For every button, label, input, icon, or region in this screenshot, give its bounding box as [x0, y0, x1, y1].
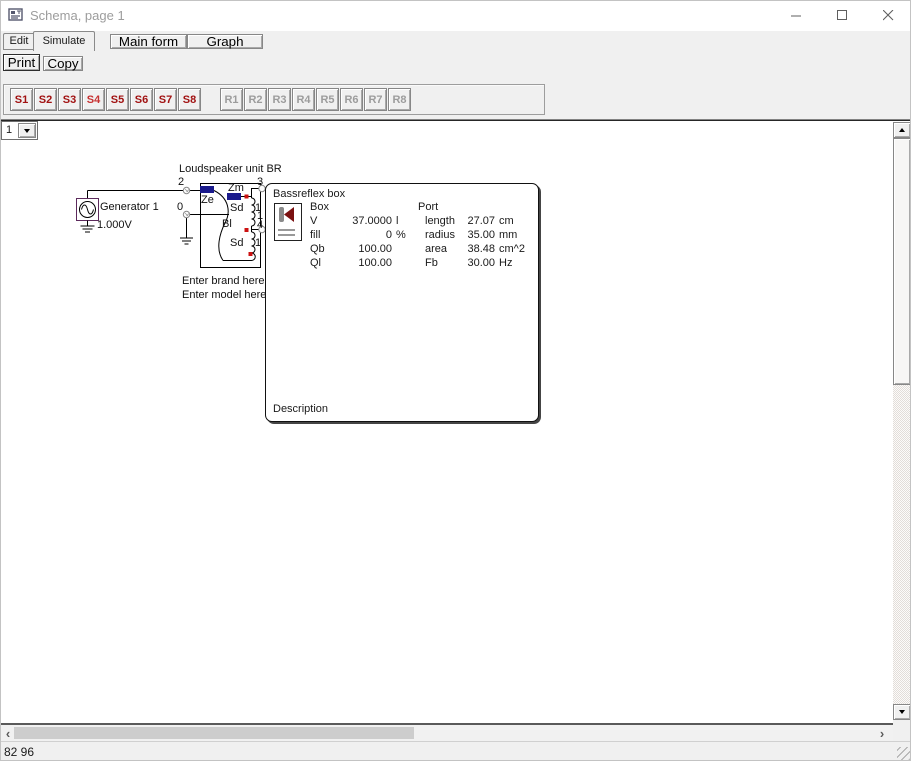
s5-button[interactable]: S5	[106, 88, 129, 111]
param-label: Ql	[310, 257, 321, 269]
tab-edit[interactable]: Edit	[3, 33, 35, 50]
s8-button[interactable]: S8	[178, 88, 201, 111]
s6-button[interactable]: S6	[130, 88, 153, 111]
param-value: 0	[326, 229, 392, 241]
r4-button[interactable]: R4	[292, 88, 315, 111]
cursor-coordinates: 82 96	[4, 745, 34, 759]
r1-button[interactable]: R1	[220, 88, 243, 111]
bassreflex-title: Bassreflex box	[273, 188, 345, 200]
r7-button[interactable]: R7	[364, 88, 387, 111]
param-value: 30.00	[429, 257, 495, 269]
schematic-canvas[interactable]: Loudspeaker unit BR 2 0 Generator 1 1.00…	[0, 122, 893, 725]
param-row: Ql 100.00 Fb 30.00 Hz	[266, 257, 538, 271]
generator-symbol[interactable]	[77, 199, 99, 233]
scroll-down-button[interactable]	[893, 704, 911, 720]
maximize-icon	[837, 10, 848, 21]
node-2-label: 2	[178, 176, 184, 188]
ze-label: Ze	[201, 194, 214, 206]
r8-button[interactable]: R8	[388, 88, 411, 111]
generator-label: Generator 1	[100, 201, 159, 213]
status-bar: 82 96	[0, 741, 911, 761]
param-value: 27.07	[429, 215, 495, 227]
window-title: Schema, page 1	[30, 8, 125, 23]
param-row: V 37.0000 l length 27.07 cm	[266, 215, 538, 229]
app-icon	[8, 7, 25, 24]
param-row: Qb 100.00 area 38.48 cm^2	[266, 243, 538, 257]
tab-simulate[interactable]: Simulate	[33, 31, 95, 51]
r6-button[interactable]: R6	[340, 88, 363, 111]
param-label: Qb	[310, 243, 325, 255]
chevron-down-icon	[24, 129, 30, 133]
param-value: 38.48	[429, 243, 495, 255]
scroll-right-icon[interactable]: ›	[874, 725, 890, 741]
print-button[interactable]: Print	[3, 54, 40, 71]
brand-line-label: Enter brand here	[182, 275, 265, 287]
port-header: Port	[418, 201, 438, 213]
param-label: fill	[310, 229, 320, 241]
zm-impedance-block	[227, 193, 241, 200]
vertical-scrollbar[interactable]	[893, 122, 911, 720]
horizontal-scrollbar-thumb[interactable]	[14, 727, 414, 739]
param-unit: cm^2	[499, 243, 525, 255]
r3-button[interactable]: R3	[268, 88, 291, 111]
resize-grip[interactable]	[897, 747, 910, 760]
s4-button[interactable]: S4	[82, 88, 105, 111]
vertical-scrollbar-thumb[interactable]	[893, 138, 911, 385]
scroll-up-button[interactable]	[893, 122, 911, 138]
param-unit: %	[396, 229, 406, 241]
s2-button[interactable]: S2	[34, 88, 57, 111]
node-4-label: 4	[257, 219, 263, 231]
node-0-label: 0	[177, 201, 183, 213]
s1-button[interactable]: S1	[10, 88, 33, 111]
r2-button[interactable]: R2	[244, 88, 267, 111]
sd-bottom-label: Sd	[230, 237, 243, 249]
title-bar: Schema, page 1	[0, 0, 911, 31]
param-value: 100.00	[326, 243, 392, 255]
ratio-bottom-label: 1	[255, 237, 261, 249]
param-label: V	[310, 215, 317, 227]
zm-label: Zm	[228, 182, 244, 194]
param-value: 100.00	[326, 257, 392, 269]
close-icon	[883, 10, 894, 21]
graph-button[interactable]: Graph	[187, 34, 263, 49]
node-3-label: 3	[257, 176, 263, 188]
param-unit: l	[396, 215, 398, 227]
bl-label: Bl	[222, 218, 232, 230]
minimize-button[interactable]	[773, 0, 819, 31]
s3-button[interactable]: S3	[58, 88, 81, 111]
unit-title-label: Loudspeaker unit BR	[179, 163, 282, 175]
s7-button[interactable]: S7	[154, 88, 177, 111]
horizontal-scrollbar[interactable]: ‹ ›	[0, 725, 893, 741]
description-label: Description	[273, 403, 328, 415]
ground-symbol	[180, 238, 193, 244]
model-line-label: Enter model here	[182, 289, 266, 301]
copy-button[interactable]: Copy	[43, 56, 83, 71]
close-button[interactable]	[865, 0, 911, 31]
param-value: 37.0000	[326, 215, 392, 227]
generator-voltage: 1.000V	[97, 219, 132, 231]
ze-impedance-block	[200, 186, 214, 193]
param-value: 35.00	[429, 229, 495, 241]
box-header: Box	[310, 201, 329, 213]
main-form-button[interactable]: Main form	[110, 34, 187, 49]
sd-top-label: Sd	[230, 202, 243, 214]
scroll-down-icon	[899, 710, 905, 714]
maximize-button[interactable]	[819, 0, 865, 31]
minimize-icon	[791, 10, 802, 21]
r5-button[interactable]: R5	[316, 88, 339, 111]
param-unit: Hz	[499, 257, 512, 269]
page-selector-dropdown-button[interactable]	[18, 123, 36, 138]
param-unit: mm	[499, 229, 517, 241]
param-row: fill 0 % radius 35.00 mm	[266, 229, 538, 243]
page-selector[interactable]: 1	[1, 121, 38, 140]
scroll-up-icon	[899, 128, 905, 132]
page-selector-value: 1	[6, 124, 12, 136]
param-unit: cm	[499, 215, 514, 227]
bassreflex-panel[interactable]: Bassreflex box Box Port V 37.0000 l leng…	[265, 183, 539, 422]
terminal-dots	[245, 195, 253, 257]
